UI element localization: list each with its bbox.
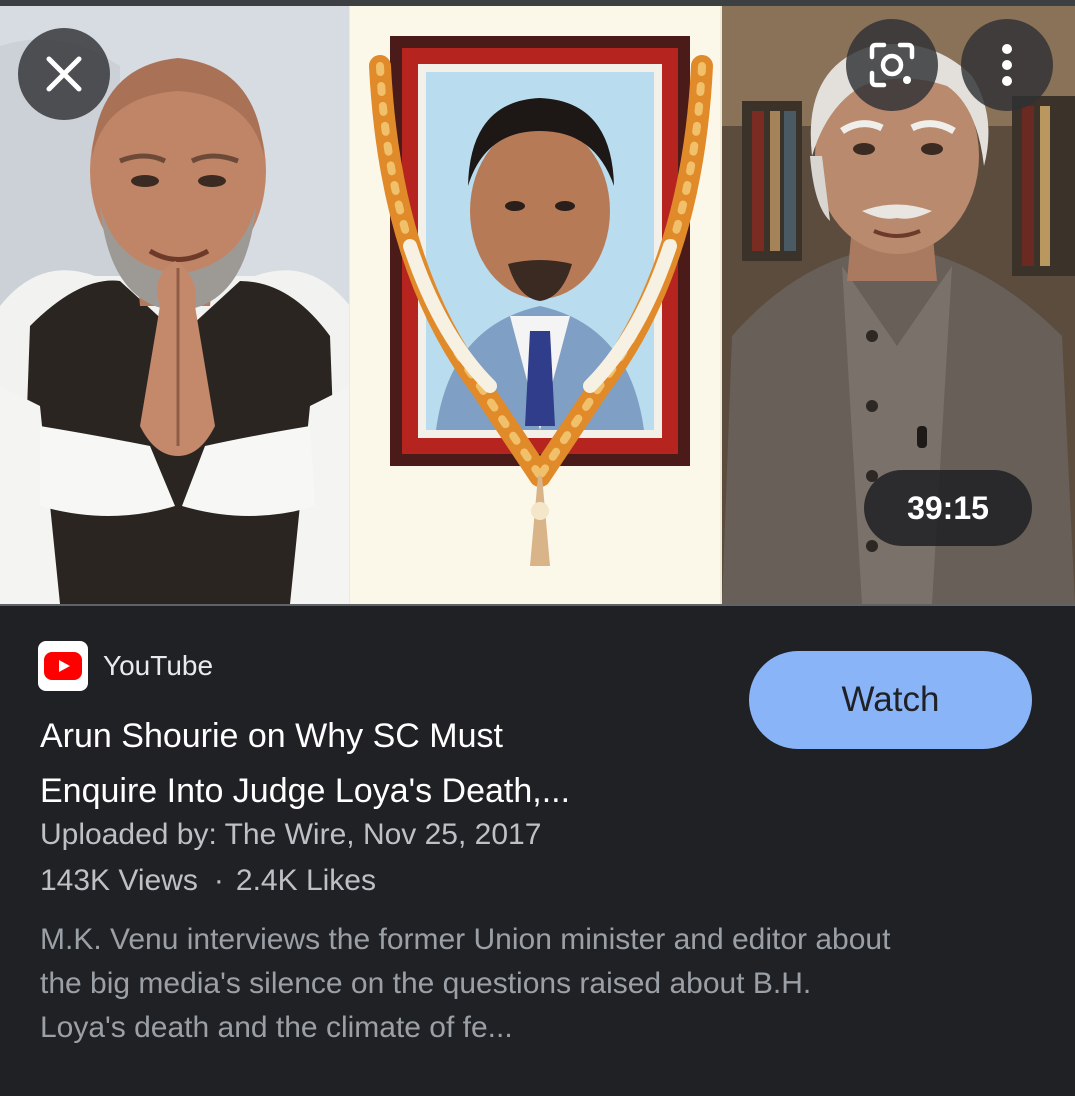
description-line: Loya's death and the climate of fe... [40, 1011, 513, 1044]
video-thumbnail[interactable]: 39:15 [0, 6, 1075, 604]
source-name: YouTube [103, 650, 214, 681]
video-title[interactable]: Arun Shourie on Why SC Must Enquire Into… [40, 709, 720, 819]
description-line: M.K. Venu interviews the former Union mi… [40, 923, 891, 956]
video-description: M.K. Venu interviews the former Union mi… [40, 918, 1050, 1050]
upload-info: Uploaded by: The Wire, Nov 25, 2017 [40, 818, 542, 851]
source-attribution[interactable]: YouTube [38, 641, 213, 691]
lens-search-icon [868, 41, 916, 89]
youtube-icon [38, 641, 88, 691]
more-vert-icon [1001, 43, 1013, 87]
card-divider [0, 604, 1075, 606]
watch-button[interactable]: Watch [749, 651, 1032, 749]
thumbnail-photo-middle [350, 6, 722, 604]
more-options-button[interactable] [961, 19, 1053, 111]
close-button[interactable] [18, 28, 110, 120]
close-icon [43, 53, 85, 95]
description-line: the big media's silence on the questions… [40, 967, 812, 1000]
video-title-line: Enquire Into Judge Loya's Death,... [40, 772, 571, 810]
video-stats: 143K Views · 2.4K Likes [40, 864, 376, 898]
view-count: 143K Views [40, 864, 198, 897]
video-duration-badge: 39:15 [864, 470, 1032, 546]
video-title-line: Arun Shourie on Why SC Must [40, 717, 503, 755]
lens-search-button[interactable] [846, 19, 938, 111]
stats-separator: · [213, 864, 224, 897]
like-count: 2.4K Likes [235, 864, 376, 897]
